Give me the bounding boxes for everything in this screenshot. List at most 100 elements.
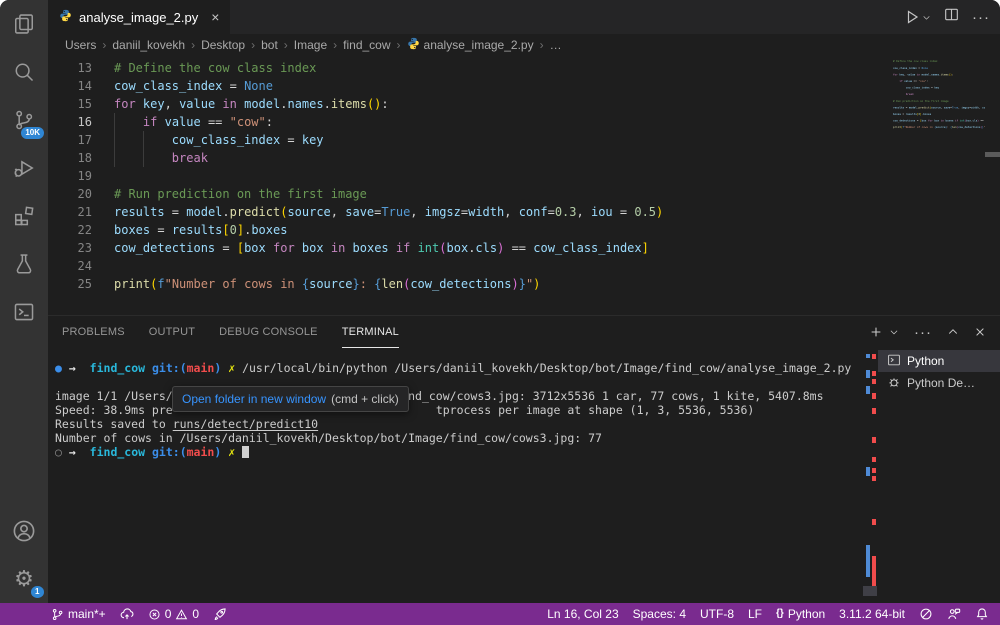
error-icon	[148, 608, 161, 621]
encoding-item[interactable]: UTF-8	[693, 603, 741, 625]
indentation-item[interactable]: Spaces: 4	[626, 603, 693, 625]
breadcrumb[interactable]: Users›daniil_kovekh›Desktop›bot›Image›fi…	[48, 34, 1000, 56]
panel-tab-problems[interactable]: PROBLEMS	[62, 316, 125, 348]
terminal-line: ○ → find_cow git:(main) ✗	[55, 445, 875, 459]
language-mode-icon: {}	[776, 609, 784, 619]
explorer-icon[interactable]	[0, 0, 48, 48]
more-actions-icon[interactable]: ···	[972, 9, 990, 26]
line-number: 21	[48, 203, 92, 221]
problems-status-item[interactable]: 0 0	[141, 603, 206, 625]
line-number: 15	[48, 95, 92, 113]
tab-analyse-image-2[interactable]: analyse_image_2.py ×	[48, 0, 230, 34]
scroll-decoration-mark	[872, 468, 876, 473]
link-tooltip: Open folder in new window (cmd + click)	[172, 386, 409, 412]
breadcrumb-item[interactable]: find_cow	[343, 38, 390, 52]
panel-tab-terminal[interactable]: TERMINAL	[342, 316, 399, 348]
code-editor[interactable]: 13# Define the cow class index14cow_clas…	[48, 56, 1000, 315]
split-editor-icon[interactable]	[944, 7, 959, 27]
new-terminal-icon[interactable]	[869, 325, 883, 339]
line-number: 17	[48, 131, 92, 149]
code-line: 16 if value == "cow":	[48, 113, 890, 131]
tab-title: analyse_image_2.py	[79, 10, 198, 25]
code-line: 17 cow_class_index = key	[48, 131, 890, 149]
run-and-debug-icon[interactable]	[0, 144, 48, 192]
launch-status-item[interactable]	[206, 603, 234, 625]
code-line: 20# Run prediction on the first image	[48, 185, 890, 203]
scroll-decoration-mark	[872, 393, 876, 399]
breadcrumb-separator: ›	[191, 38, 195, 52]
tab-close-icon[interactable]: ×	[211, 10, 219, 24]
eol-item[interactable]: LF	[741, 603, 769, 625]
scroll-decoration-mark	[866, 354, 870, 358]
publish-cloud-icon	[120, 607, 134, 621]
breadcrumb-item[interactable]: Desktop	[201, 38, 245, 52]
breadcrumb-item[interactable]: …	[550, 38, 562, 52]
status-bar-right: Ln 16, Col 23 Spaces: 4 UTF-8 LF {} Pyth…	[540, 603, 1000, 625]
panel-more-icon[interactable]: ···	[914, 324, 932, 341]
indent-guide	[114, 113, 115, 167]
minimap[interactable]: # Define the cow class indexcow_class_in…	[893, 58, 985, 176]
line-number: 24	[48, 257, 92, 275]
terminal-line: ● → find_cow git:(main) ✗ /usr/local/bin…	[55, 361, 875, 375]
rocket-icon	[213, 607, 227, 621]
search-icon[interactable]	[0, 48, 48, 96]
maximize-panel-icon[interactable]	[947, 326, 959, 338]
language-mode-item[interactable]: {} Python	[769, 603, 832, 625]
breadcrumb-item[interactable]: bot	[261, 38, 278, 52]
do-not-disturb-item[interactable]	[912, 603, 940, 625]
run-button[interactable]	[904, 9, 931, 25]
scroll-decoration-mark	[872, 408, 876, 414]
language-label: Python	[788, 607, 825, 621]
extensions-icon[interactable]	[0, 192, 48, 240]
line-number: 25	[48, 275, 92, 293]
terminal-list-item-python-de-[interactable]: Python De…	[878, 372, 1000, 394]
code-line: 24	[48, 257, 890, 275]
terminal-picker-chevron-icon[interactable]	[889, 327, 899, 337]
panel-tab-output[interactable]: OUTPUT	[149, 316, 195, 348]
publish-status-item[interactable]	[113, 603, 141, 625]
cursor-position-item[interactable]: Ln 16, Col 23	[540, 603, 625, 625]
source-control-badge: 10K	[21, 127, 44, 139]
scroll-decoration-mark	[872, 457, 876, 462]
close-panel-icon[interactable]	[974, 326, 986, 338]
breadcrumb-item[interactable]: Image	[294, 38, 327, 52]
line-number: 18	[48, 149, 92, 167]
notifications-item[interactable]	[968, 603, 996, 625]
tab-bar: analyse_image_2.py × ···	[48, 0, 1000, 34]
scroll-decoration-mark	[872, 354, 876, 359]
terminal-link[interactable]: runs/detect/predict10	[173, 417, 318, 431]
activity-bar: 10K ⚙ 1	[0, 0, 48, 603]
code-lines: 13# Define the cow class index14cow_clas…	[48, 59, 890, 293]
breadcrumb-separator: ›	[333, 38, 337, 52]
python-file-icon	[407, 37, 420, 53]
scroll-decoration-mark	[866, 370, 870, 378]
branch-status-item[interactable]: main*+	[44, 603, 113, 625]
git-branch-icon	[51, 608, 64, 621]
source-control-icon[interactable]: 10K	[0, 96, 48, 144]
tooltip-link-text[interactable]: Open folder in new window	[182, 392, 326, 406]
breadcrumb-separator: ›	[540, 38, 544, 52]
scrollbar-thumb[interactable]	[985, 152, 1000, 157]
terminal-line: Number of cows in /Users/daniil_kovekh/D…	[55, 431, 875, 445]
scroll-decoration-mark	[866, 386, 870, 394]
panel-tab-debug-console[interactable]: DEBUG CONSOLE	[219, 316, 318, 348]
editor-actions: ···	[904, 0, 990, 34]
line-number: 20	[48, 185, 92, 203]
breadcrumb-separator: ›	[102, 38, 106, 52]
run-dropdown-icon[interactable]	[922, 13, 931, 22]
account-icon[interactable]	[0, 507, 48, 555]
line-number: 14	[48, 77, 92, 95]
interpreter-item[interactable]: 3.11.2 64-bit	[832, 603, 912, 625]
tooltip-hint-text: (cmd + click)	[331, 392, 399, 406]
code-line: 14cow_class_index = None	[48, 77, 890, 95]
scroll-decoration-mark	[872, 437, 876, 443]
breadcrumb-item[interactable]: daniil_kovekh	[112, 38, 185, 52]
breadcrumb-item[interactable]: analyse_image_2.py	[407, 37, 534, 53]
terminal-activity-icon[interactable]	[0, 288, 48, 336]
warning-count: 0	[192, 607, 199, 621]
testing-icon[interactable]	[0, 240, 48, 288]
feedback-item[interactable]	[940, 603, 968, 625]
settings-gear-icon[interactable]: ⚙ 1	[0, 555, 48, 603]
terminal-list-item-python[interactable]: Python	[878, 350, 1000, 372]
breadcrumb-item[interactable]: Users	[65, 38, 96, 52]
